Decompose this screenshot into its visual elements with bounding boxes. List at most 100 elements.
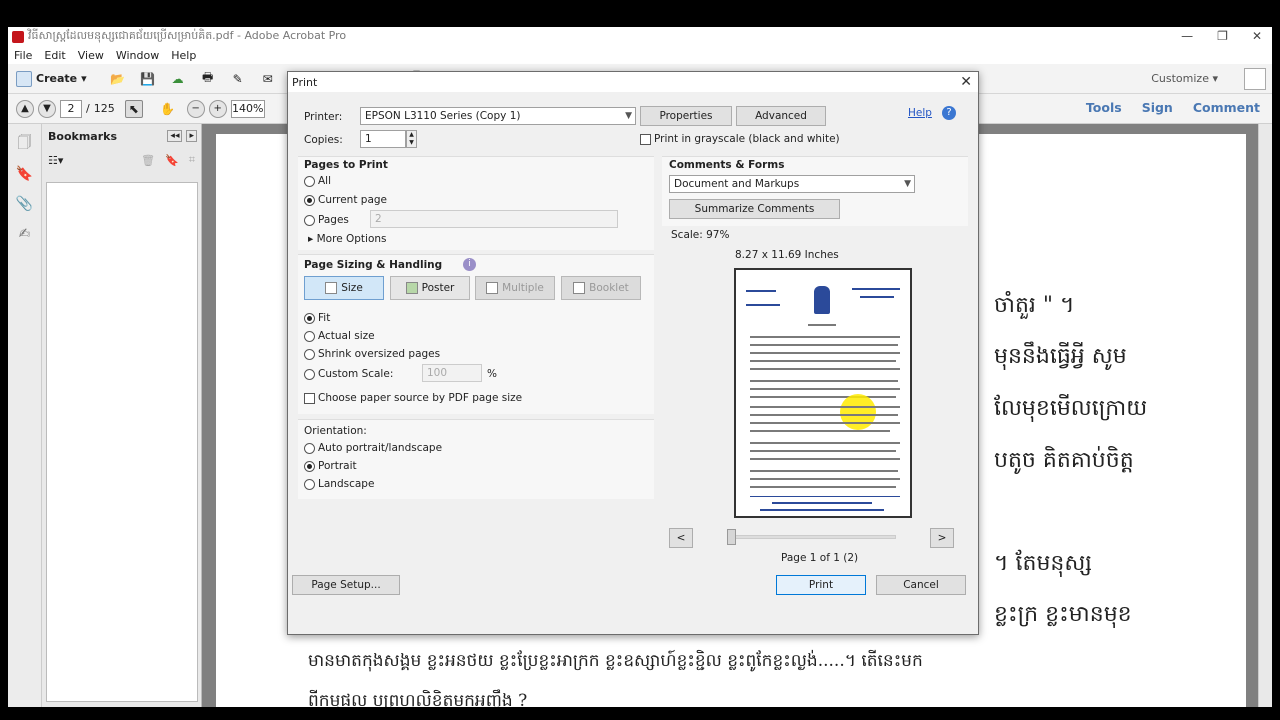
summarize-comments-button[interactable]: Summarize Comments [669,199,840,219]
preview-next-button[interactable]: > [930,528,954,548]
printer-select[interactable]: EPSON L3110 Series (Copy 1) ▼ [360,107,636,125]
help-link[interactable]: Help [908,107,932,119]
menu-file[interactable]: File [14,49,32,62]
select-cursor-icon[interactable]: ⬉ [124,99,143,118]
copies-input[interactable]: 1 [360,130,406,148]
menu-view[interactable]: View [78,49,104,62]
hand-tool-icon[interactable]: ✋ [159,100,177,118]
radio-all[interactable]: All [304,175,331,187]
create-button[interactable]: Create ▾ [16,70,87,87]
radio-actual-size[interactable]: Actual size [304,330,375,342]
preview-slider-thumb[interactable] [727,529,736,545]
cancel-button[interactable]: Cancel [876,575,966,595]
copies-stepper[interactable]: ▲ ▼ [406,130,417,148]
zoom-input[interactable]: 140% [230,99,265,118]
advanced-button[interactable]: Advanced [736,106,826,126]
help-icon[interactable]: ? [942,106,956,120]
signature-icon[interactable]: ✍ [15,224,35,244]
paper-source-option[interactable]: Choose paper source by PDF page size [304,392,522,404]
doc-line: បតូច គិតគាប់ចិត្ត [994,448,1134,473]
edit-icon[interactable]: ✎ [229,70,247,88]
menu-window[interactable]: Window [116,49,159,62]
bookmarks-title: Bookmarks [48,129,117,143]
pages-range-input[interactable]: 2 [370,210,618,228]
radio-current-page[interactable]: Current page [304,194,387,206]
doc-line: ។ តែមនុស្ស [994,551,1092,576]
next-page-icon[interactable]: ▼ [38,99,56,118]
collapse-panel-icon[interactable]: ◂◂ [167,130,183,142]
email-icon[interactable]: ✉ [259,70,277,88]
comment-link[interactable]: Comment [1193,100,1260,115]
page-setup-button[interactable]: Page Setup... [292,575,400,595]
new-bookmark-icon[interactable]: 🔖 [165,154,179,167]
triangle-right-icon: ▸ [308,233,314,245]
radio-fit[interactable]: Fit [304,312,330,324]
percent-label: % [487,368,497,380]
scale-label: Scale: 97% [671,229,730,241]
radio-auto-orientation[interactable]: Auto portrait/landscape [304,442,442,454]
restore-icon[interactable]: ❐ [1217,29,1228,43]
copies-label: Copies: [304,134,343,146]
attachment-icon[interactable]: 📎 [15,194,35,214]
poster-tab[interactable]: Poster [390,276,470,300]
sign-link[interactable]: Sign [1142,100,1173,115]
doc-line: ខ្លះក្រ ខ្លះមានមុខ [994,602,1132,627]
close-icon[interactable]: ✕ [960,74,972,90]
radio-landscape[interactable]: Landscape [304,478,374,490]
radio-shrink[interactable]: Shrink oversized pages [304,348,440,360]
menu-bar: File Edit View Window Help [8,47,1272,64]
grayscale-checkbox[interactable] [640,133,651,145]
chevron-down-icon: ▼ [625,111,632,121]
save-icon[interactable]: 💾 [139,70,157,88]
multiple-icon [486,282,499,294]
expand-icon[interactable] [1244,68,1266,90]
preview-prev-button[interactable]: < [669,528,693,548]
paper-source-checkbox[interactable] [304,392,315,404]
tools-link[interactable]: Tools [1086,100,1122,115]
bookmark-options-icon[interactable]: ☷▾ [48,154,63,167]
prev-page-icon[interactable]: ▲ [16,99,34,118]
zoom-out-icon[interactable]: − [186,99,205,118]
menu-edit[interactable]: Edit [44,49,65,62]
zoom-in-icon[interactable]: + [208,99,227,118]
print-icon[interactable]: 🖶 [199,70,217,88]
info-icon: i [463,258,476,271]
size-tab[interactable]: Size [304,276,384,300]
page-indicator: Page 1 of 1 (2) [781,552,859,564]
bookmark-icon[interactable]: 🔖 [15,164,35,184]
preview-slider[interactable] [728,535,896,539]
vertical-scrollbar[interactable] [1258,124,1272,707]
close-icon[interactable]: ✕ [1252,29,1262,43]
radio-custom-scale[interactable]: Custom Scale: [304,368,393,380]
print-dialog: Print ✕ Printer: EPSON L3110 Series (Cop… [287,71,979,635]
create-icon [16,70,32,87]
bookmark-from-selection-icon[interactable]: ⌗ [189,153,195,167]
custom-scale-input[interactable]: 100 [422,364,482,382]
chevron-down-icon: ▼ [904,179,911,189]
print-button[interactable]: Print [776,575,866,595]
more-options-toggle[interactable]: ▸ More Options [308,233,387,245]
delete-bookmark-icon[interactable]: 🗑 [141,154,155,167]
grayscale-option[interactable]: Print in grayscale (black and white) [640,133,840,145]
minimize-icon[interactable]: — [1181,29,1193,43]
pages-to-print-heading: Pages to Print [304,159,388,171]
booklet-icon [573,282,586,294]
cloud-upload-icon[interactable]: ☁ [169,70,187,88]
acrobat-app-icon [12,31,24,43]
customize-dropdown[interactable]: Customize ▾ [1151,72,1218,85]
multiple-tab[interactable]: Multiple [475,276,555,300]
open-folder-icon[interactable]: 📂 [109,70,127,88]
comments-forms-select[interactable]: Document and Markups ▼ [669,175,915,193]
page-thumbnails-icon[interactable]: 🗍 [15,134,35,154]
menu-help[interactable]: Help [171,49,196,62]
booklet-tab[interactable]: Booklet [561,276,641,300]
radio-portrait[interactable]: Portrait [304,460,357,472]
page-number-input[interactable]: 2 [60,99,82,118]
doc-line: មានមាតកុងសង្គម ខ្លះអនថយ ខ្លះប្រែខ្លះអាក្… [308,651,923,671]
properties-button[interactable]: Properties [640,106,732,126]
radio-pages[interactable]: Pages [304,214,349,226]
comments-forms-heading: Comments & Forms [669,159,785,171]
window-title: វិធីសាស្ត្រដែលមនុស្សជោគជ័យប្រើសម្រាប់គិត… [28,29,347,42]
bookmarks-list[interactable] [46,182,198,702]
panel-options-icon[interactable]: ▸ [186,130,197,142]
